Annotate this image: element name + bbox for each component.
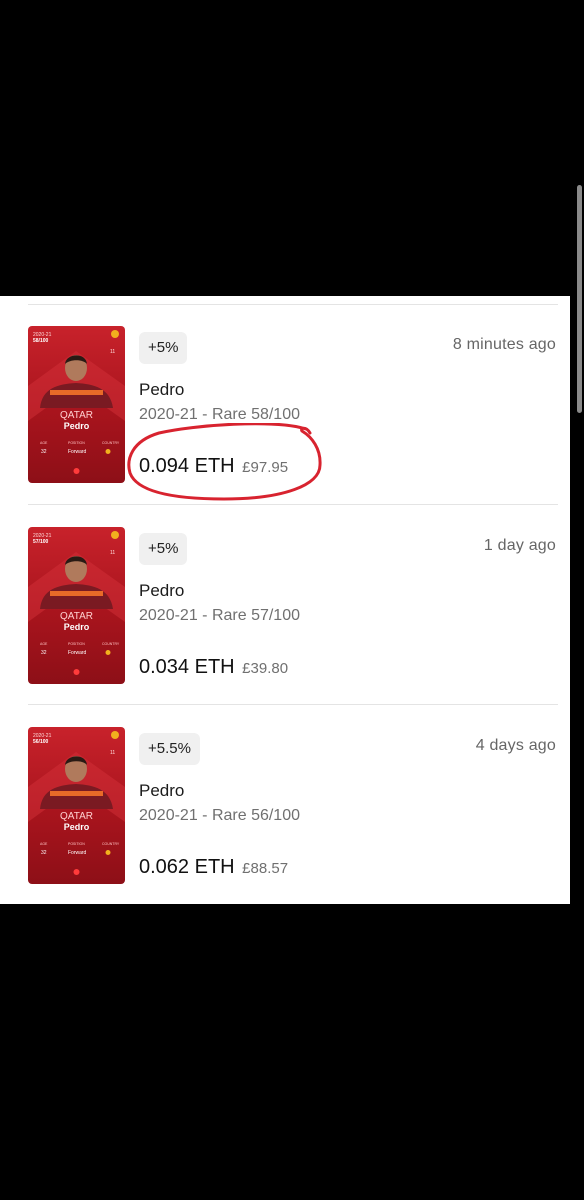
card-serial: 56/100 [33, 739, 49, 745]
player-name: Pedro [139, 581, 185, 600]
price-change-badge: +5% [139, 533, 188, 565]
sale-time: 8 minutes ago [452, 336, 556, 353]
sale-time: 4 days ago [475, 737, 556, 754]
card-sponsor: QATAR [60, 811, 93, 822]
card-position-label: POSITION [68, 642, 85, 646]
club-crest-icon [111, 731, 119, 739]
card-shirt-number: 11 [110, 349, 115, 355]
player-card-thumbnail[interactable]: 2020-21 58/100 11 QATAR Pedro AGE POSITION COUN… [28, 326, 125, 483]
player-card-thumbnail[interactable]: 2020-21 57/100 11 QATAR Pedro AGE POSITION COUN… [28, 527, 125, 684]
sales-history-list: 2020-21 58/100 11 QATAR Pedro AGE POSITION COUN… [0, 296, 570, 904]
country-flag-icon [105, 650, 111, 655]
sale-row[interactable]: 2020-21 58/100 11 QATAR Pedro AGE POSITION COUN… [0, 296, 570, 501]
price-eth: 0.062 ETH [139, 856, 235, 878]
screen-scrollbar[interactable] [577, 185, 582, 413]
price-eth: 0.034 ETH [139, 656, 235, 678]
rarity-gem-icon [73, 669, 80, 675]
card-artwork: 2020-2158/10011QATARPedroAGE POSITION COUN… [28, 330, 125, 474]
card-player-name: Pedro [64, 622, 90, 632]
card-rarity: 2020-21 - Rare 58/100 [139, 406, 300, 423]
card-rarity: 2020-21 - Rare 57/100 [139, 607, 300, 624]
sale-row[interactable]: 2020-21 56/100 11 QATAR Pedro AGE POSITION COUN… [0, 697, 570, 897]
sale-price: 0.034 ETH £39.80 [139, 656, 288, 679]
card-shirt-number: 11 [110, 550, 115, 556]
card-player-name: Pedro [64, 421, 90, 431]
club-crest-icon [111, 531, 119, 539]
price-eth: 0.094 ETH [139, 455, 235, 477]
sale-row[interactable]: 2020-21 57/100 11 QATAR Pedro AGE POSITION COUN… [0, 497, 570, 697]
country-flag-icon [105, 850, 111, 855]
jersey-stripe [50, 791, 103, 796]
card-age-label: AGE [40, 441, 48, 445]
card-age: 32 [41, 650, 47, 656]
card-age: 32 [41, 850, 47, 856]
card-serial: 58/100 [33, 338, 49, 344]
card-country-label: COUNTRY [102, 842, 120, 846]
jersey-stripe [50, 390, 103, 395]
card-age: 32 [41, 449, 47, 455]
price-fiat: £39.80 [242, 660, 289, 677]
card-position-label: POSITION [68, 842, 85, 846]
card-sponsor: QATAR [60, 410, 93, 421]
card-country-label: COUNTRY [102, 441, 120, 445]
price-change-badge: +5.5% [139, 733, 200, 765]
jersey-stripe [50, 591, 103, 596]
player-card-thumbnail[interactable]: 2020-21 56/100 11 QATAR Pedro AGE POSITION COUN… [28, 727, 125, 884]
card-position-label: POSITION [68, 441, 85, 445]
card-position: Forward [68, 850, 87, 856]
card-shirt-number: 11 [110, 750, 115, 756]
sale-price: 0.094 ETH £97.95 [139, 455, 288, 478]
price-change-badge: +5% [139, 332, 188, 364]
club-crest-icon [111, 330, 119, 338]
card-rarity: 2020-21 - Rare 56/100 [139, 807, 300, 824]
country-flag-icon [105, 449, 111, 454]
player-name: Pedro [139, 380, 185, 399]
rarity-gem-icon [73, 869, 80, 875]
player-name: Pedro [139, 781, 185, 800]
price-fiat: £88.57 [242, 860, 289, 877]
card-country-label: COUNTRY [102, 642, 120, 646]
sale-time: 1 day ago [483, 537, 556, 554]
card-position: Forward [68, 650, 87, 656]
card-artwork: 2020-2157/10011QATARPedroAGE POSITION COUN… [28, 531, 125, 675]
card-age-label: AGE [40, 842, 48, 846]
card-artwork: 2020-2156/10011QATARPedroAGE POSITION COUN… [28, 731, 125, 875]
price-fiat: £97.95 [242, 459, 289, 476]
card-serial: 57/100 [33, 539, 49, 545]
card-player-name: Pedro [64, 822, 90, 832]
card-sponsor: QATAR [60, 611, 93, 622]
sale-price: 0.062 ETH £88.57 [139, 856, 288, 879]
card-position: Forward [68, 449, 87, 455]
rarity-gem-icon [73, 468, 80, 474]
card-age-label: AGE [40, 642, 48, 646]
